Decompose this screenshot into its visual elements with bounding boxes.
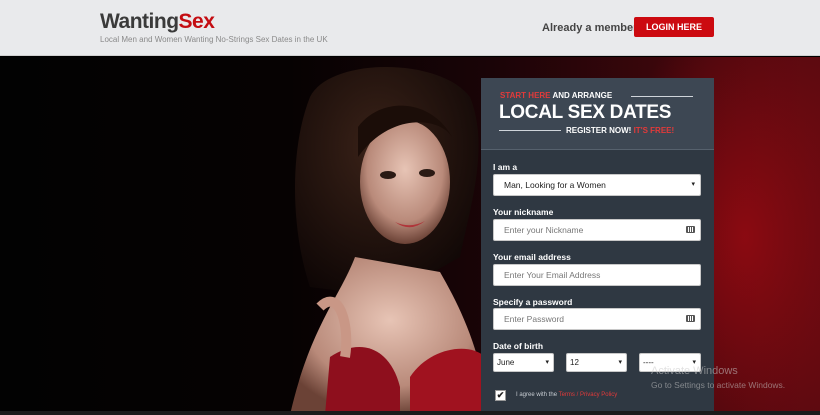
nickname-placeholder: Enter your Nickname [504,225,584,235]
iam-label: I am a [493,162,518,172]
terms-link[interactable]: Terms [559,392,575,398]
agree-prefix: I agree with the [516,392,558,398]
login-button[interactable]: LOGIN HERE [634,17,714,37]
email-label: Your email address [493,252,571,262]
site-logo[interactable]: WantingSex [100,10,215,34]
form-header-line3: REGISTER NOW! IT'S FREE! [566,126,674,135]
email-input[interactable]: Enter Your Email Address [493,264,701,286]
nickname-label: Your nickname [493,207,554,217]
site-tagline: Local Men and Women Wanting No-Strings S… [100,35,328,44]
logo-main-text: Wanting [100,10,179,33]
bottom-strip [0,411,820,415]
and-arrange-text: AND ARRANGE [552,91,613,100]
chevron-down-icon: ▾ [618,359,622,366]
chevron-down-icon: ▾ [691,181,695,188]
form-title: LOCAL SEX DATES [499,102,672,123]
agree-checkbox[interactable]: ✔ [495,390,506,401]
password-input[interactable]: Enter Password [493,308,701,330]
header-rule-bottom [499,130,561,131]
terms-separator: / [576,392,579,398]
gender-select-value: Man, Looking for a Women [504,180,606,190]
nickname-input[interactable]: Enter your Nickname [493,219,701,241]
dob-month-select[interactable]: June ▾ [493,353,554,372]
dob-label: Date of birth [493,341,544,351]
its-free-text: IT'S FREE! [633,126,675,135]
header-rule-top [631,96,693,97]
password-key-icon [686,226,695,233]
chevron-down-icon: ▾ [545,359,549,366]
form-header: START HERE AND ARRANGE LOCAL SEX DATES R… [481,78,714,150]
dob-day-value: 12 [570,358,579,367]
password-key-icon [686,315,695,322]
logo-accent-text: Sex [178,10,215,33]
register-now-text: REGISTER NOW! [566,126,632,135]
site-header: WantingSex Local Men and Women Wanting N… [0,0,820,56]
password-placeholder: Enter Password [504,314,564,324]
email-placeholder: Enter Your Email Address [504,270,601,280]
activate-windows-title: Activate Windows [651,365,738,377]
start-here-text: START HERE [500,91,551,100]
already-member-text: Already a member? [542,22,645,34]
form-header-line1: START HERE AND ARRANGE [500,91,612,100]
dob-month-value: June [497,358,515,367]
activate-windows-subtitle: Go to Settings to activate Windows. [651,380,786,390]
agree-text: I agree with the Terms / Privacy Policy [516,392,617,398]
hero-photo [290,67,490,415]
privacy-policy-link[interactable]: Privacy Policy [580,392,617,398]
gender-select[interactable]: Man, Looking for a Women ▾ [493,174,701,196]
dob-day-select[interactable]: 12 ▾ [566,353,627,372]
password-label: Specify a password [493,297,573,307]
